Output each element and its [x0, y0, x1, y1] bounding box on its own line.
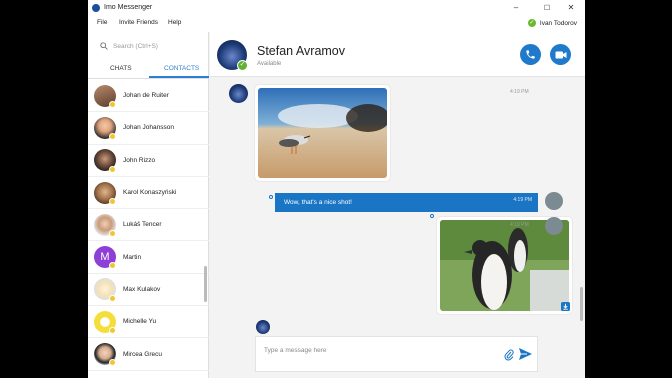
contact-item[interactable]: Lukáš Tencer: [88, 209, 209, 242]
imo-logo-icon: [92, 3, 100, 12]
contact-list-scrollbar[interactable]: [204, 266, 207, 302]
search-box[interactable]: Search (Ctrl+S): [100, 40, 196, 52]
status-badge: [109, 101, 116, 108]
contact-item[interactable]: John Rizzo: [88, 145, 209, 177]
sidebar-tabs: CHATS CONTACTS: [88, 62, 209, 79]
contact-name: Johan Johansson: [123, 124, 174, 132]
text-message[interactable]: Wow, that's a nice shot! 4:19 PM: [275, 193, 538, 212]
contact-name: Mircea Grecu: [123, 350, 163, 358]
contact-name: Johan de Ruiter: [123, 92, 169, 100]
status-badge: [109, 197, 116, 205]
current-user-status[interactable]: ✓ Ivan Todorov: [527, 19, 577, 27]
sidebar: Search (Ctrl+S) CHATS CONTACTS Johan de …: [88, 32, 209, 378]
status-badge: [109, 359, 116, 367]
send-icon[interactable]: [518, 347, 533, 361]
contact-item[interactable]: Karol Konaszyński: [88, 177, 209, 210]
avatar[interactable]: [545, 217, 563, 235]
menu-invite-friends[interactable]: Invite Friends: [119, 19, 158, 26]
avatar: [256, 320, 270, 334]
menu-bar: File Invite Friends Help ✓ Ivan Todorov: [88, 15, 585, 32]
phone-icon: [526, 50, 535, 59]
status-badge: [109, 262, 116, 270]
search-icon: [100, 42, 108, 50]
contact-item[interactable]: Mircea Grecu: [88, 338, 209, 371]
chat-header: ✓ Stefan Avramov Available: [210, 32, 585, 77]
status-badge: [109, 133, 116, 141]
message-text: Wow, that's a nice shot!: [284, 199, 352, 206]
avatar[interactable]: [545, 192, 563, 210]
contact-name: Max Kulakov: [123, 285, 161, 293]
check-icon: ✓: [527, 19, 536, 27]
message-time: 4:19 PM: [510, 89, 529, 95]
voice-call-button[interactable]: [520, 44, 541, 65]
contact-name: Lukáš Tencer: [123, 221, 162, 229]
bird-image: [258, 88, 387, 178]
status-badge: [109, 294, 116, 302]
contact-name: John Rizzo: [123, 156, 156, 164]
contact-item[interactable]: Michelle Yu: [88, 306, 209, 339]
sent-indicator-icon: [269, 195, 273, 199]
contact-item[interactable]: Johan de Ruiter: [88, 80, 209, 113]
app-window: Imo Messenger – ☐ ✕ File Invite Friends …: [88, 0, 585, 378]
contact-item[interactable]: Johan Johansson: [88, 112, 209, 145]
chat-scrollbar[interactable]: [580, 287, 583, 321]
status-badge: [109, 327, 116, 335]
chat-pane: ✓ Stefan Avramov Available 4:19 PM Wow, …: [210, 32, 585, 378]
status-badge: [109, 165, 116, 173]
contact-item[interactable]: M Martin: [88, 241, 209, 274]
chat-contact-name: Stefan Avramov: [257, 44, 346, 58]
paperclip-icon[interactable]: [504, 349, 514, 361]
window-title: Imo Messenger: [104, 4, 153, 11]
tab-contacts[interactable]: CONTACTS: [164, 65, 199, 72]
contact-name: Michelle Yu: [123, 318, 157, 326]
video-camera-icon: [555, 51, 566, 58]
menu-help[interactable]: Help: [168, 19, 181, 26]
photo-message[interactable]: [255, 85, 390, 181]
sent-indicator-icon: [430, 214, 434, 218]
menu-file[interactable]: File: [97, 19, 107, 26]
contact-list: Johan de Ruiter Johan Johansson John Riz…: [88, 80, 209, 378]
minimize-button[interactable]: –: [502, 0, 530, 15]
check-icon: ✓: [237, 60, 248, 71]
contact-name: Martin: [123, 253, 142, 261]
avatar[interactable]: [229, 84, 248, 103]
title-bar: Imo Messenger – ☐ ✕: [88, 0, 585, 15]
video-call-button[interactable]: [550, 44, 571, 65]
contact-item[interactable]: Max Kulakov: [88, 274, 209, 307]
status-badge: [109, 230, 116, 238]
current-user-name: Ivan Todorov: [539, 19, 577, 27]
message-time: 4:19 PM: [513, 197, 532, 203]
message-time: 4:19 PM: [510, 222, 529, 228]
tab-divider: [88, 78, 209, 79]
message-input[interactable]: [264, 347, 494, 354]
search-placeholder: Search (Ctrl+S): [113, 42, 158, 50]
download-icon[interactable]: [561, 302, 570, 311]
bird-photo: [258, 88, 387, 178]
chat-contact-status: Available: [257, 61, 282, 67]
message-composer: [255, 336, 538, 372]
contact-name: Karol Konaszyński: [123, 189, 177, 197]
close-button[interactable]: ✕: [557, 0, 585, 15]
tab-chats[interactable]: CHATS: [110, 65, 132, 72]
